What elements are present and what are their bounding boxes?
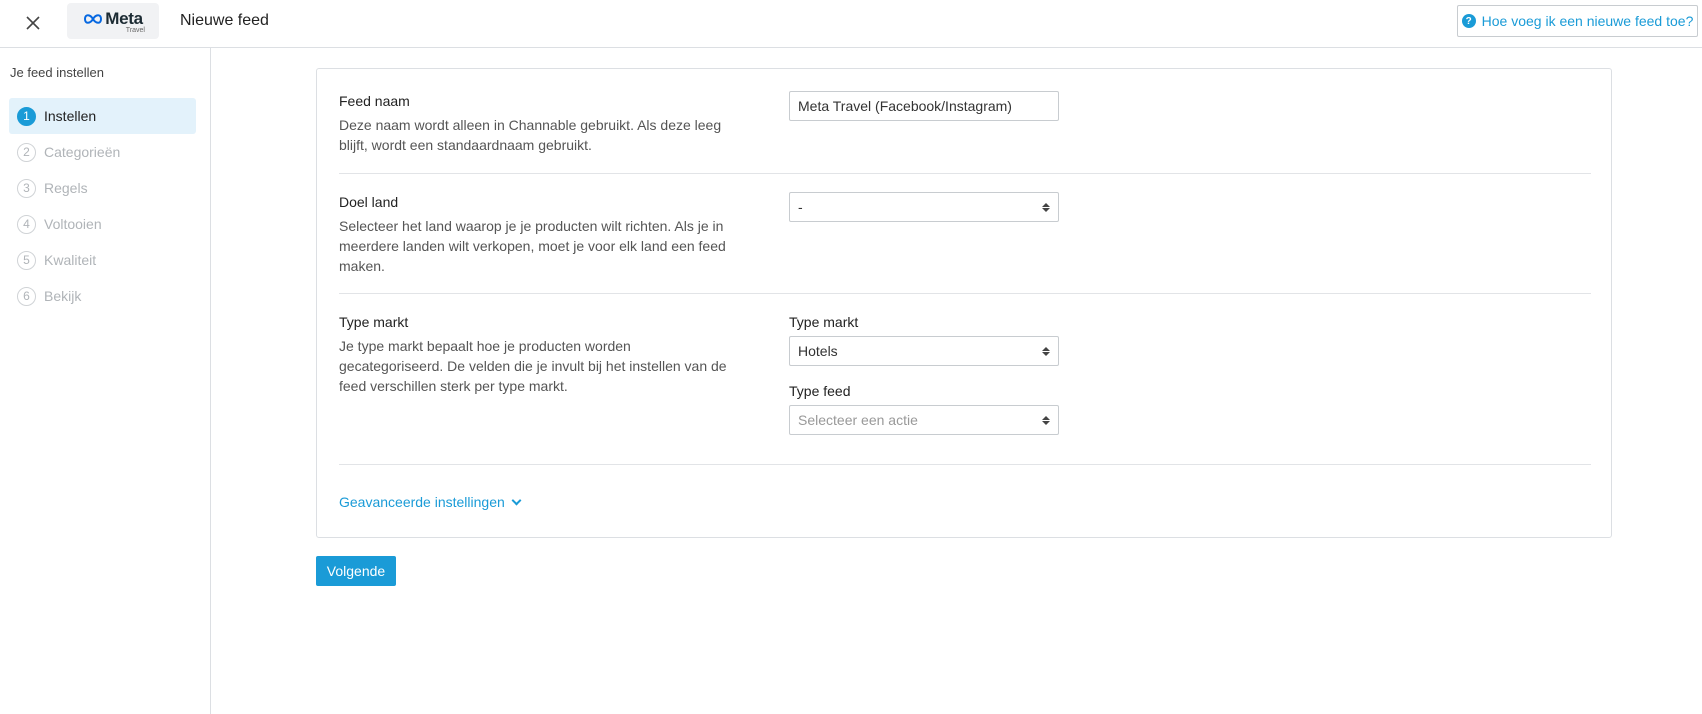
step-number: 2: [17, 142, 36, 162]
target-country-value: -: [798, 199, 803, 215]
step-number: 5: [17, 250, 36, 270]
feed-type-placeholder: Selecteer een actie: [798, 412, 918, 428]
sidebar-item-kwaliteit[interactable]: 5 Kwaliteit: [9, 242, 196, 278]
next-button[interactable]: Volgende: [316, 556, 396, 586]
sidebar-item-regels[interactable]: 3 Regels: [9, 170, 196, 206]
help-button-label: Hoe voeg ik een nieuwe feed toe?: [1481, 13, 1694, 29]
page-title: Nieuwe feed: [180, 12, 269, 29]
step-label: Voltooien: [44, 216, 102, 232]
step-label: Regels: [44, 180, 88, 196]
step-label: Kwaliteit: [44, 252, 97, 268]
market-type-section: Type markt Je type markt bepaalt hoe je …: [339, 314, 1591, 435]
sort-arrows-icon: [1042, 202, 1050, 212]
feed-name-description: Deze naam wordt alleen in Channable gebr…: [339, 117, 722, 153]
close-icon: [26, 16, 40, 30]
step-label: Instellen: [44, 108, 97, 124]
chevron-down-icon: [511, 495, 522, 505]
sidebar-item-categorieen[interactable]: 2 Categorieën: [9, 134, 196, 170]
top-header: Meta Travel Nieuwe feed ? Hoe voeg ik ee…: [0, 0, 1702, 48]
sort-arrows-icon: [1042, 415, 1050, 425]
step-list: 1 Instellen 2 Categorieën 3 Regels 4 Vol…: [9, 98, 196, 314]
divider: [339, 464, 1591, 465]
feed-type-select[interactable]: Selecteer een actie: [789, 405, 1059, 435]
question-icon: ?: [1461, 14, 1476, 28]
divider: [339, 293, 1591, 294]
target-country-select[interactable]: -: [789, 192, 1059, 222]
meta-travel-logo: Meta Travel: [67, 3, 159, 39]
sidebar-title: Je feed instellen: [10, 65, 104, 80]
target-country-section: Doel land Selecteer het land waarop je j…: [339, 192, 1591, 276]
step-label: Categorieën: [44, 144, 121, 160]
market-type-label: Type markt: [789, 314, 859, 330]
feed-name-section: Feed naam Deze naam wordt alleen in Chan…: [339, 91, 1591, 155]
step-number: 4: [17, 214, 36, 234]
step-number: 1: [17, 106, 36, 126]
feed-settings-card: Feed naam Deze naam wordt alleen in Chan…: [316, 68, 1612, 538]
sort-arrows-icon: [1042, 346, 1050, 356]
sidebar-item-bekijk[interactable]: 6 Bekijk: [9, 278, 196, 314]
divider: [339, 173, 1591, 174]
step-number: 6: [17, 286, 36, 306]
meta-infinity-icon: [84, 13, 103, 24]
sidebar-item-instellen[interactable]: 1 Instellen: [9, 98, 196, 134]
sidebar: Je feed instellen 1 Instellen 2 Categori…: [0, 48, 211, 714]
advanced-settings-toggle[interactable]: Geavanceerde instellingen: [339, 494, 522, 510]
market-type-select[interactable]: Hotels: [789, 336, 1059, 366]
sidebar-item-voltooien[interactable]: 4 Voltooien: [9, 206, 196, 242]
logo-subtext: Travel: [125, 26, 145, 34]
feed-name-input[interactable]: [789, 91, 1059, 121]
step-label: Bekijk: [44, 288, 82, 304]
help-button[interactable]: ? Hoe voeg ik een nieuwe feed toe?: [1457, 5, 1698, 37]
advanced-settings-label: Geavanceerde instellingen: [339, 494, 505, 510]
logo-text: Meta: [105, 8, 143, 28]
target-country-description: Selecteer het land waarop je je producte…: [339, 218, 726, 274]
close-button[interactable]: [18, 8, 48, 38]
market-type-value: Hotels: [798, 343, 838, 359]
market-type-description: Je type markt bepaalt hoe je producten w…: [339, 338, 727, 394]
feed-type-label: Type feed: [789, 383, 851, 399]
step-number: 3: [17, 178, 36, 198]
